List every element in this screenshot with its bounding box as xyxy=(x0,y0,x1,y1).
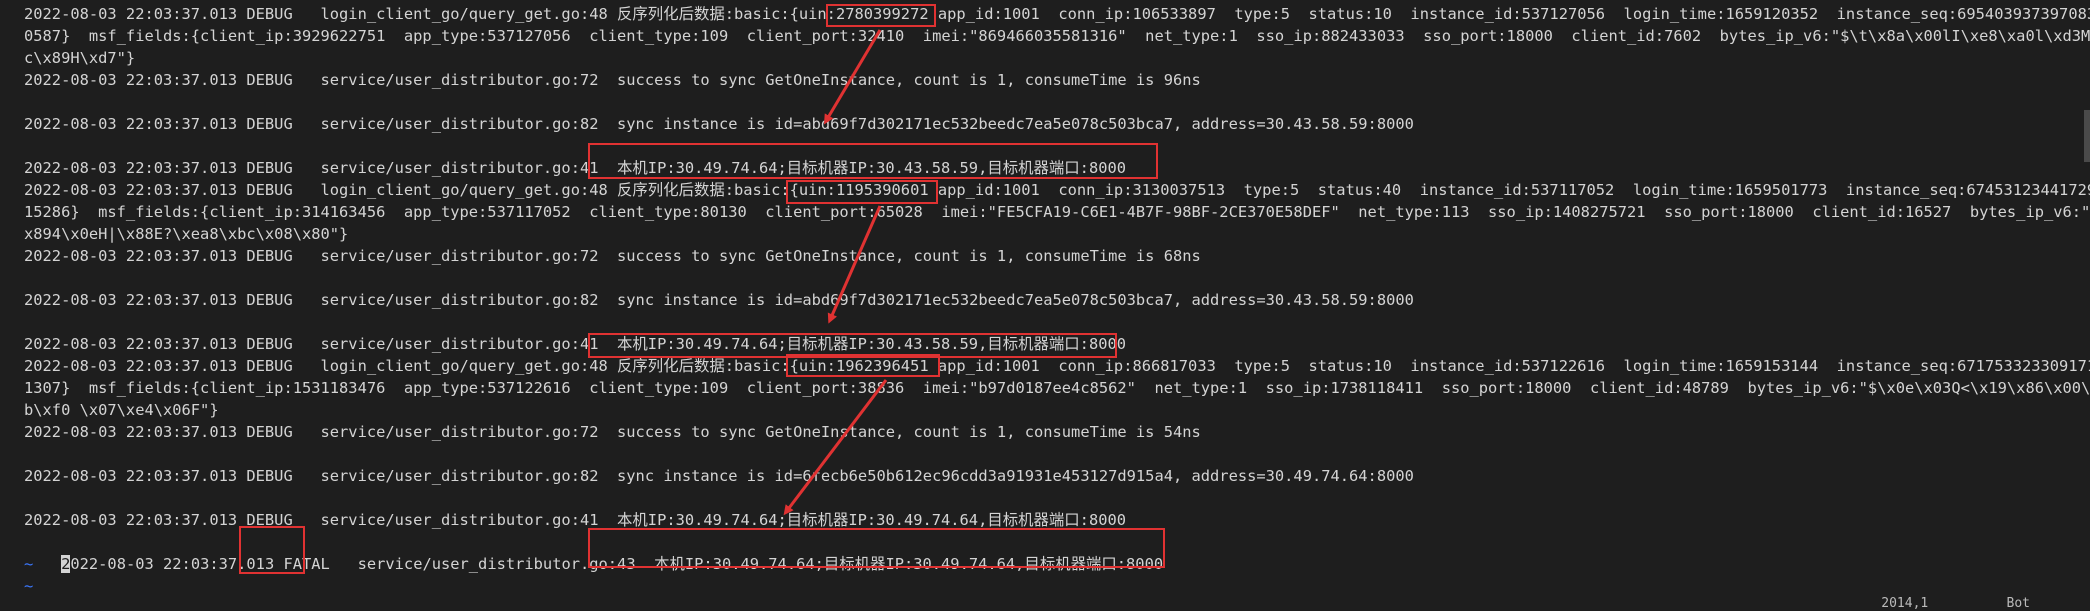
arrow-1 xyxy=(823,29,882,125)
annotation-arrows xyxy=(783,29,888,516)
arrow-3 xyxy=(783,379,888,516)
terminal-window[interactable]: 2022-08-03 22:03:37.013 DEBUG login_clie… xyxy=(0,0,2090,611)
arrow-2 xyxy=(827,205,882,324)
